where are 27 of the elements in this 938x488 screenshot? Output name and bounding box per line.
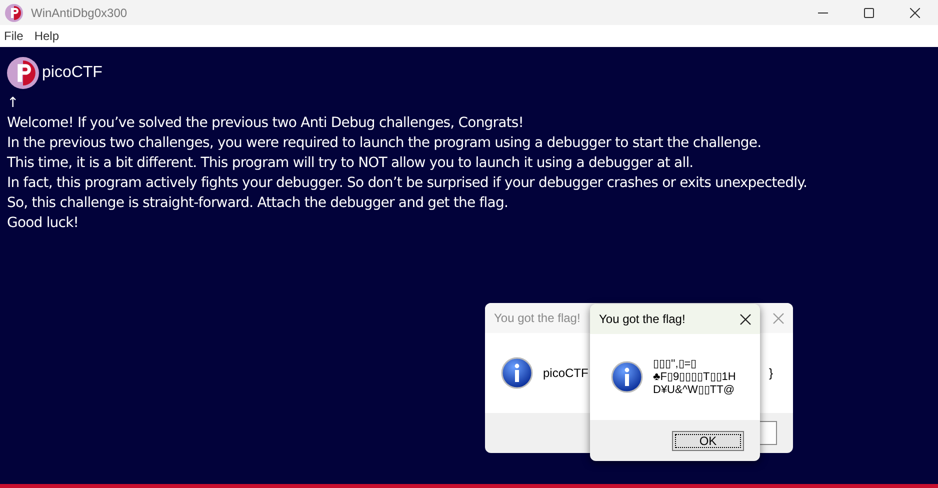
dialog-message: picoCTF	[543, 366, 588, 380]
brand-name: picoCTF	[42, 64, 102, 82]
close-icon	[772, 312, 784, 324]
menu-item[interactable]: File	[4, 29, 24, 43]
maximize-icon	[864, 8, 874, 18]
dialog-title: You got the flag!	[599, 312, 686, 326]
logo-icon	[7, 57, 39, 89]
info-icon	[501, 357, 533, 389]
ok-button[interactable]: OK	[672, 430, 744, 450]
dialog-message: ▯▯▯'',▯=▯	[653, 358, 698, 370]
dialog-message: D¥U&^W▯▯TT@	[653, 384, 736, 396]
window-title: WinAntiDbg0x300	[31, 6, 128, 20]
message-line: In fact, this program actively fights your debugger. So don’t be surprised if your debugger crashes or exits unexpectedly.	[7, 174, 808, 193]
message-line: In the previous two challenges, you were required to launch the program using a debugger to start the challenge.	[7, 134, 762, 153]
info-icon	[611, 361, 643, 393]
app-logo-icon	[5, 4, 23, 22]
menu-item[interactable]: Help	[34, 29, 60, 43]
message-line: Welcome! If you’ve solved the previous two Anti Debug challenges, Congrats!	[7, 114, 525, 133]
dialog-message: }	[768, 366, 773, 380]
dialog-title: You got the flag!	[494, 311, 580, 325]
message-line: So, this challenge is straight-forward. Attach the debugger and get the flag.	[7, 194, 510, 213]
message-line: Good luck!	[7, 214, 80, 233]
close-icon	[910, 8, 920, 18]
dialog-message: ♣F▯9▯▯▯▯T▯▯1H	[653, 370, 736, 384]
message-line: This time, it is a bit different. This program will try to NOT allow you to launch it using a debugger at all.	[7, 154, 694, 173]
close-icon	[740, 314, 750, 324]
message-line: ↑	[7, 94, 20, 113]
